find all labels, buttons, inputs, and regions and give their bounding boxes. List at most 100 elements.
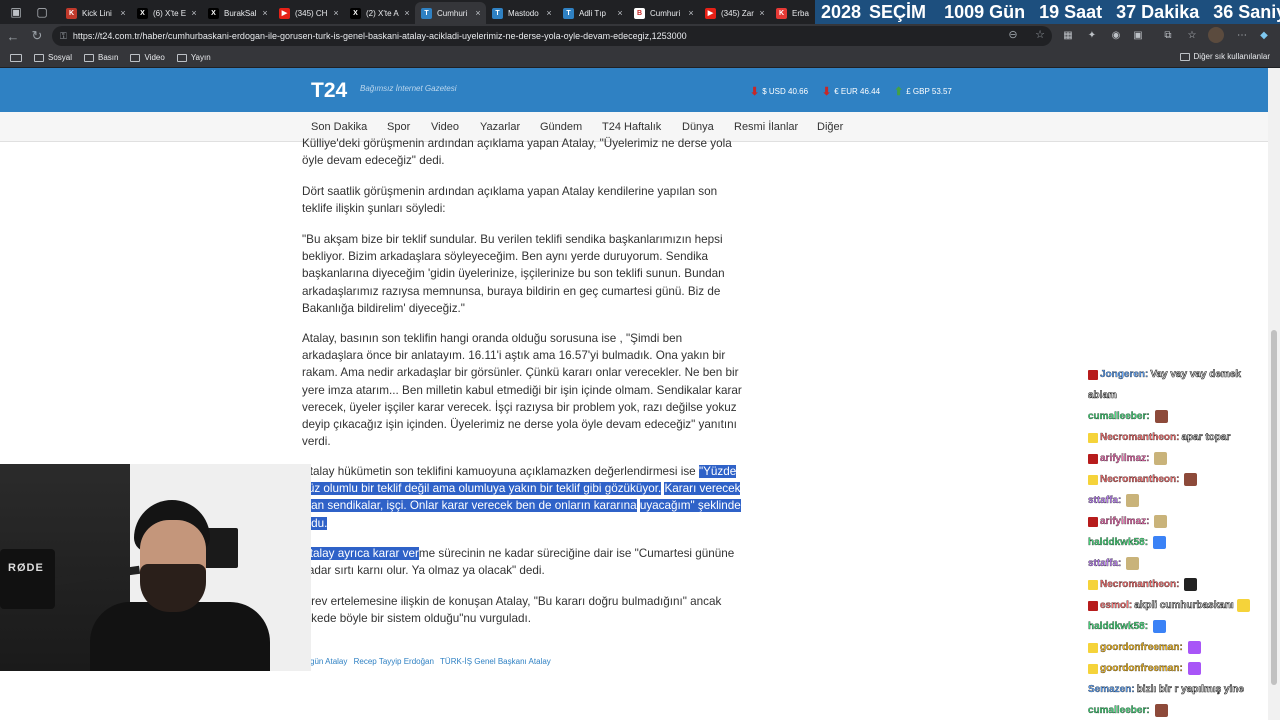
browser-tab[interactable]: T Mastodo × (486, 2, 557, 24)
folder-icon (84, 53, 95, 62)
reload-icon[interactable]: ↻ (26, 25, 48, 47)
browser-tab[interactable]: X (2) X'te A × (344, 2, 415, 24)
tag-link[interactable]: Recep Tayyip Erdoğan (354, 657, 434, 666)
screen: ▣ ▢ K Kick Lini × X (6) X'te E × X BurakSal × ▶ (3… (0, 0, 1280, 720)
close-icon[interactable]: × (756, 8, 768, 18)
chat-username[interactable]: halddkwk58: (1088, 616, 1148, 637)
chat-emote-icon (1126, 494, 1140, 507)
x-icon: X (350, 7, 361, 19)
site-info-icon[interactable]: ⚿ (60, 31, 67, 42)
chat-username[interactable]: arifyilmaz: (1100, 448, 1150, 469)
browser-tab[interactable]: T Adli Tıp × (557, 2, 628, 24)
chat-message: Necromantheon: (1088, 469, 1268, 490)
close-icon[interactable]: × (543, 8, 555, 18)
chat-username[interactable]: Necromantheon: (1100, 469, 1180, 490)
page-info-icon[interactable]: ⊖ (1005, 28, 1021, 41)
site-tagline: Bağımsız İnternet Gazetesi (360, 84, 457, 93)
tab-title: Cumhuri (437, 8, 468, 18)
page-scrollbar[interactable] (1268, 68, 1280, 720)
chat-username[interactable]: sttaffa: (1088, 553, 1121, 574)
nav-yazarlar[interactable]: Yazarlar (480, 121, 520, 133)
chat-badge-icon (1088, 516, 1098, 527)
profile-avatar[interactable] (1208, 27, 1224, 43)
chat-username[interactable]: esmol: (1100, 595, 1133, 616)
nav-video[interactable]: Video (431, 121, 459, 133)
article-paragraph[interactable]: Atalay ayrıca karar verme sürecinin ne k… (302, 545, 742, 579)
close-icon[interactable]: × (614, 8, 626, 18)
kick-icon: K (66, 7, 77, 19)
browser-toolbar: ← ↻ ⚿ https://t24.com.tr/haber/cumhurbas… (0, 24, 1280, 48)
tab-actions-icon[interactable]: ▢ (32, 2, 52, 22)
chat-username[interactable]: goordonfreeman: (1100, 637, 1183, 658)
chat-username[interactable]: cumalleeber: (1088, 406, 1150, 427)
countdown-hours: 19 Saat (1039, 1, 1103, 22)
chat-emote-icon (1154, 515, 1168, 528)
folder-icon (34, 53, 44, 62)
nav-dunya[interactable]: Dünya (682, 121, 714, 133)
browser-menu-icon[interactable]: ▣ (6, 2, 26, 22)
address-bar[interactable]: ⚿ https://t24.com.tr/haber/cumhurbaskani… (52, 26, 1052, 46)
article-paragraph: "Bu akşam bize bir teklif sundular. Bu v… (302, 233, 725, 315)
other-bookmarks[interactable]: Diğer sık kullanılanlar (1179, 52, 1270, 61)
bookmarks-bar-icon (10, 53, 22, 62)
close-icon[interactable]: × (117, 8, 129, 18)
extension-icon[interactable]: ✦ (1084, 27, 1100, 43)
nav-son-dakika[interactable]: Son Dakika (311, 121, 367, 133)
nav-diger[interactable]: Diğer (817, 121, 843, 133)
arrow-down-icon: ⬇ (750, 86, 760, 98)
chat-username[interactable]: sttaffa: (1088, 490, 1121, 511)
scrollbar-thumb[interactable] (1271, 330, 1277, 685)
close-icon[interactable]: × (685, 8, 697, 18)
chat-message: arifyilmaz: (1088, 511, 1268, 532)
chat-username[interactable]: Necromantheon: (1100, 427, 1180, 448)
site-logo[interactable]: T24 (311, 79, 347, 103)
extension-icon[interactable]: ▣ (1130, 27, 1146, 43)
chat-message: goordonfreeman: (1088, 637, 1268, 658)
chat-message: cumalleeber: (1088, 700, 1268, 720)
browser-tab[interactable]: X (6) X'te E × (131, 2, 202, 24)
tag-link[interactable]: TÜRK-İŞ Genel Başkanı Atalay (440, 657, 551, 666)
extension-icon[interactable]: ▦ (1060, 27, 1076, 43)
bookmark-folder[interactable]: Video (130, 53, 165, 62)
chat-username[interactable]: Jongeren: (1100, 364, 1149, 385)
bookmark-folder[interactable]: Sosyal (34, 53, 72, 62)
article-paragraph-highlighted[interactable]: Atalay hükümetin son teklifini kamuoyuna… (302, 463, 742, 532)
favorites-icon[interactable]: ☆ (1184, 27, 1200, 43)
chat-username[interactable]: Semazen: (1088, 679, 1135, 700)
browser-tab[interactable]: ▶ (345) Zar × (699, 2, 770, 24)
nav-t24-haftalik[interactable]: T24 Haftalık (602, 121, 661, 133)
nav-spor[interactable]: Spor (387, 121, 410, 133)
chat-username[interactable]: Necromantheon: (1100, 574, 1180, 595)
chat-username[interactable]: cumalleeber: (1088, 700, 1150, 720)
close-icon[interactable]: × (259, 8, 271, 18)
countdown-year: 2028 (821, 1, 862, 22)
split-screen-icon[interactable]: ⧉ (1160, 27, 1176, 43)
close-icon[interactable]: × (401, 8, 413, 18)
chat-text: akpli cumhurbaskanı (1134, 600, 1234, 612)
close-icon[interactable]: × (472, 8, 484, 18)
extension-icon[interactable]: ◉ (1108, 27, 1124, 43)
chat-message: Semazen: bizlı bir r yapılmış yine (1088, 679, 1268, 700)
chat-username[interactable]: goordonfreeman: (1100, 658, 1183, 679)
chat-badge-icon (1088, 474, 1098, 485)
back-arrow-icon[interactable]: ← (2, 25, 24, 47)
nav-gundem[interactable]: Gündem (540, 121, 582, 133)
browser-tab[interactable]: B Cumhuri × (628, 2, 699, 24)
nav-resmi-ilanlar[interactable]: Resmi İlanlar (734, 121, 798, 133)
youtube-icon: ▶ (279, 7, 290, 19)
chat-username[interactable]: arifyilmaz: (1100, 511, 1150, 532)
bookmark-star-icon[interactable]: ☆ (1032, 28, 1048, 41)
more-menu-icon[interactable]: ⋯ (1234, 27, 1250, 43)
chat-emote-icon (1126, 557, 1140, 570)
close-icon[interactable]: × (330, 8, 342, 18)
close-icon[interactable]: × (188, 8, 200, 18)
browser-tab[interactable]: ▶ (345) CH × (273, 2, 344, 24)
bookmark-folder[interactable]: Yayın (176, 53, 211, 62)
browser-tab[interactable]: K Kick Lini × (60, 2, 131, 24)
browser-tab[interactable]: X BurakSal × (202, 2, 273, 24)
browser-tab[interactable]: T Cumhuri × (415, 2, 486, 24)
tab-title: Cumhuri (650, 8, 681, 18)
copilot-icon[interactable]: ◆ (1256, 27, 1272, 43)
chat-username[interactable]: halddkwk58: (1088, 532, 1148, 553)
bookmark-folder[interactable]: Basın (84, 53, 118, 62)
